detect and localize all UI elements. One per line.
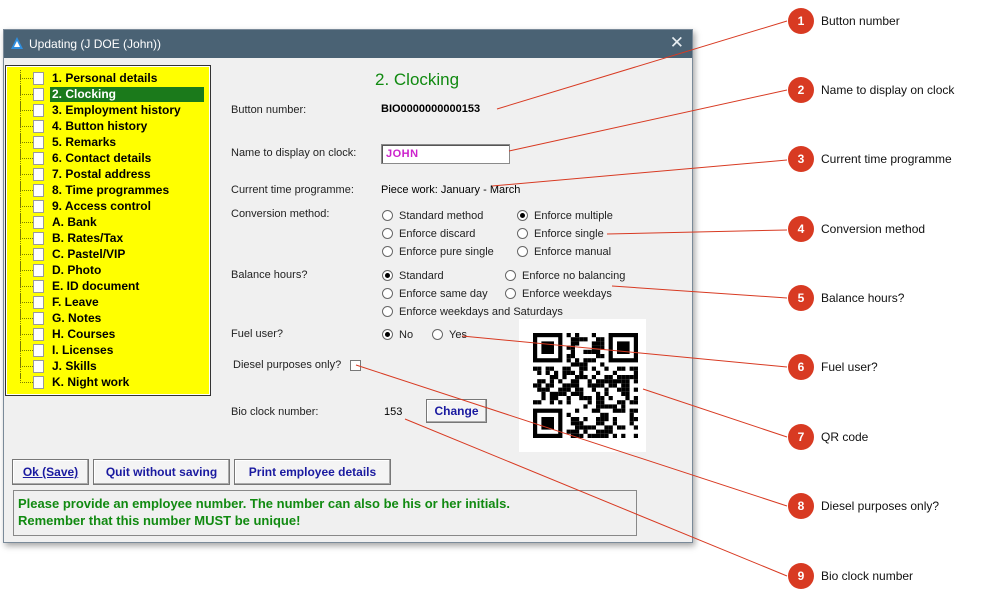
- callout-text-7: QR code: [821, 430, 869, 444]
- callout-text-6: Fuel user?: [821, 360, 878, 374]
- callout-badge-4: 4: [788, 216, 814, 242]
- callout-badge-9: 9: [788, 563, 814, 589]
- callout-text-1: Button number: [821, 14, 900, 28]
- callout-badge-1: 1: [788, 8, 814, 34]
- callout-text-8: Diesel purposes only?: [821, 499, 940, 513]
- callout-text-5: Balance hours?: [821, 291, 905, 305]
- callout-badge-5: 5: [788, 285, 814, 311]
- callout-text-2: Name to display on clock: [821, 83, 955, 97]
- callout-text-9: Bio clock number: [821, 569, 914, 583]
- callout-badge-7: 7: [788, 424, 814, 450]
- callout-badge-3: 3: [788, 146, 814, 172]
- callout-badge-8: 8: [788, 493, 814, 519]
- callout-badge-2: 2: [788, 77, 814, 103]
- callout-text-3: Current time programme: [821, 152, 952, 166]
- callout-text-4: Conversion method: [821, 222, 926, 236]
- callout-badge-6: 6: [788, 354, 814, 380]
